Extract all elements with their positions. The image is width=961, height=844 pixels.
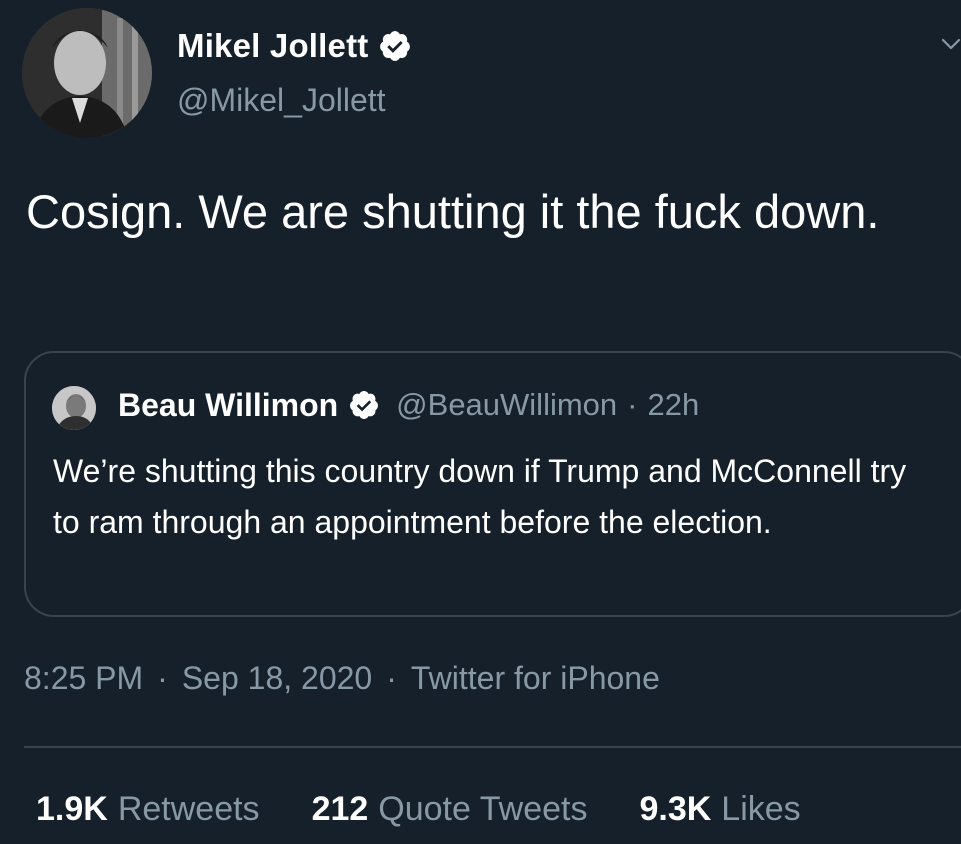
quoted-author-handle: @BeauWillimon (396, 387, 618, 422)
quoted-tweet-header: Beau Willimon @BeauWillimon · 22h (118, 383, 699, 427)
quoted-avatar-photo-icon (52, 386, 96, 430)
author-name-row: Mikel Jollett (177, 26, 412, 66)
quoted-tweet-card[interactable]: Beau Willimon @BeauWillimon · 22h We’re … (24, 351, 961, 617)
meta-separator-2: · (386, 660, 397, 696)
quote-tweets-stat[interactable]: 212 Quote Tweets (312, 790, 588, 829)
tweet-source[interactable]: Twitter for iPhone (411, 660, 660, 697)
tweet-header: Mikel Jollett @Mikel_Jollett (22, 8, 961, 138)
meta-separator: · (157, 660, 168, 696)
avatar-photo-icon (22, 8, 152, 138)
verified-badge-icon (380, 31, 411, 61)
retweets-label: Retweets (117, 790, 260, 828)
author-display-name[interactable]: Mikel Jollett (177, 27, 368, 65)
quoted-author-display-name: Beau Willimon (118, 386, 339, 423)
quote-tweets-label: Quote Tweets (378, 790, 588, 828)
quoted-tweet-text: We’re shutting this country down if Trum… (53, 453, 907, 540)
tweet-date[interactable]: Sep 18, 2020 (182, 660, 372, 697)
likes-stat[interactable]: 9.3K Likes (639, 790, 800, 829)
quoted-timestamp: 22h (647, 387, 700, 422)
author-handle[interactable]: @Mikel_Jollett (177, 82, 386, 119)
chevron-down-icon[interactable] (941, 34, 961, 54)
quote-tweets-count: 212 (311, 790, 369, 828)
likes-count: 9.3K (639, 790, 712, 828)
tweet-stats: 1.9K Retweets 212 Quote Tweets 9.3K Likes (36, 790, 853, 829)
tweet-time[interactable]: 8:25 PM (24, 660, 143, 697)
quoted-verified-badge-icon (350, 391, 379, 419)
tweet-meta: 8:25 PM · Sep 18, 2020 · Twitter for iPh… (24, 660, 660, 697)
divider (24, 746, 961, 748)
quoted-separator: · (627, 387, 638, 422)
tweet-text: Cosign. We are shutting it the fuck down… (26, 185, 880, 238)
retweets-count: 1.9K (36, 790, 108, 828)
quoted-author-avatar (52, 386, 96, 430)
author-avatar[interactable] (22, 8, 152, 138)
retweets-stat[interactable]: 1.9K Retweets (36, 790, 260, 829)
likes-label: Likes (721, 790, 801, 828)
